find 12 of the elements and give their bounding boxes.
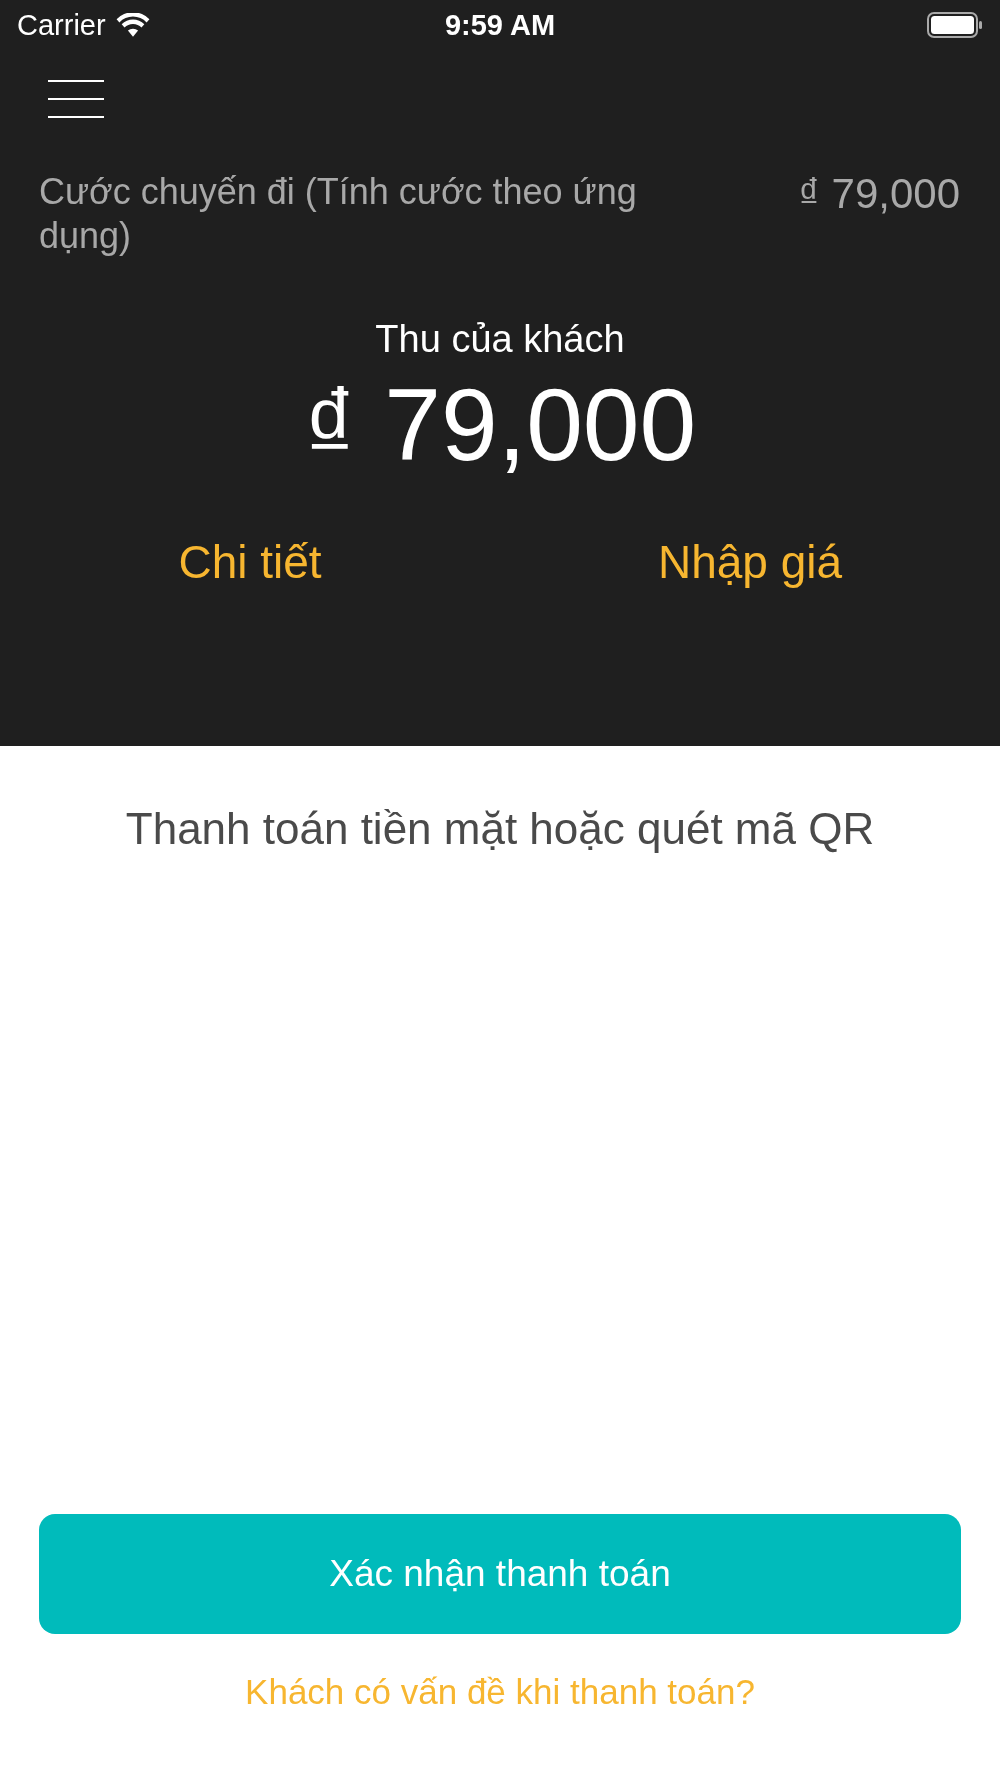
payment-prompt: Thanh toán tiền mặt hoặc quét mã QR <box>125 804 875 854</box>
action-link[interactable]: Chi tiết <box>178 536 322 588</box>
fare-amount: ₫ 79,000 <box>798 170 960 218</box>
collected-amount: ₫ 79,000 <box>303 367 697 483</box>
menu-icon[interactable] <box>48 80 104 118</box>
carrier-label: Carrier <box>17 8 106 42</box>
battery-icon <box>927 12 983 38</box>
fare-label: Cước chuyến đi (Tính cước theo ứng dụng) <box>39 170 638 258</box>
action-link[interactable]: Nhập giá <box>657 536 843 588</box>
collected-label: Thu của khách <box>375 318 625 361</box>
clock-time: 9:59 AM <box>444 8 556 42</box>
wifi-icon <box>115 12 150 38</box>
